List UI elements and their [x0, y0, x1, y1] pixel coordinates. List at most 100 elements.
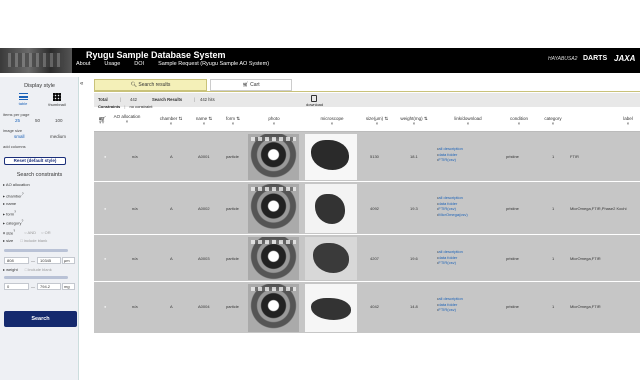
collapse-sidebar-icon[interactable]: «: [80, 81, 83, 87]
col-link-download[interactable]: link/download ×: [446, 116, 490, 126]
table-view-option[interactable]: table: [12, 93, 34, 106]
link-ftir-csv[interactable]: FTIR(csv): [437, 260, 463, 266]
jaxa-logo[interactable]: JAXA: [614, 54, 635, 63]
weight-min-input[interactable]: 0: [4, 283, 29, 290]
col-chamber[interactable]: chamber ⇅ ×: [158, 116, 184, 126]
site-logo-image[interactable]: [0, 48, 72, 73]
microscope-image[interactable]: [305, 284, 357, 332]
tab-search-results[interactable]: 🔍︎ Search results: [94, 79, 207, 91]
col-photo-label: photo: [268, 116, 280, 121]
col-form[interactable]: form ⇅ ×: [222, 116, 244, 126]
row-checkbox[interactable]: ●: [104, 154, 106, 159]
sample-photo[interactable]: [248, 237, 299, 280]
table-row: ● n/a A A0002 particle 4092 19.3 all des…: [94, 182, 640, 235]
table-row: ● n/a A A0001 particle 5130 18.1 all des…: [94, 132, 640, 182]
link-ftir-csv[interactable]: FTIR(csv): [437, 307, 463, 313]
cell-condition: pristine: [506, 154, 519, 159]
size-include-blank[interactable]: □ include blank: [20, 238, 47, 243]
constraint-size-field-label: size: [6, 238, 14, 243]
cell-links: all description data folder FTIR(csv) Mi…: [437, 195, 467, 218]
col-microscope[interactable]: microscope ×: [310, 116, 354, 126]
table-row: ● n/a A A0003 particle 4207 19.6 all des…: [94, 235, 640, 282]
sample-photo[interactable]: [248, 184, 299, 233]
items-per-page-50[interactable]: 50: [35, 118, 40, 123]
and-radio[interactable]: ○ AND: [24, 230, 36, 235]
col-label[interactable]: label ×: [618, 116, 638, 126]
nav-about[interactable]: About: [76, 61, 90, 67]
search-results-label: Search Results: [152, 97, 183, 102]
cart-icon: 🛒︎: [242, 82, 249, 88]
constraint-category[interactable]: ▸ category?: [3, 219, 23, 225]
col-category[interactable]: category ×: [538, 116, 568, 126]
tab-cart[interactable]: 🛒︎ Cart: [210, 79, 292, 91]
download-button[interactable]: download: [306, 95, 323, 107]
constraints-label: Constraints: [98, 104, 121, 109]
constraint-name-label: name: [6, 201, 17, 206]
col-name[interactable]: name ⇅ ×: [192, 116, 216, 126]
col-chamber-label: chamber: [159, 116, 178, 121]
cell-label: FTIR: [570, 154, 579, 159]
total-value: 442: [130, 97, 137, 102]
cart-header-icon[interactable]: 🛒︎: [98, 117, 107, 124]
constraint-name[interactable]: ▸ name: [3, 201, 16, 206]
items-per-page-100[interactable]: 100: [55, 118, 63, 123]
col-condition[interactable]: condition ×: [504, 116, 534, 126]
constraint-ao-allocation[interactable]: ▸ AO allocation: [3, 182, 30, 187]
microscope-image[interactable]: [305, 184, 357, 233]
constraint-chamber-label: chamber: [6, 193, 22, 199]
size-range-slider[interactable]: [4, 249, 68, 252]
link-micromega-csv[interactable]: MicrOmega(csv): [437, 212, 467, 218]
weight-max-input[interactable]: 794.2: [37, 283, 61, 290]
sample-photo[interactable]: [248, 284, 299, 332]
search-button[interactable]: Search: [4, 311, 77, 327]
constraint-chamber[interactable]: ▸ chamber?: [3, 192, 24, 198]
size-include-blank-label: include blank: [23, 238, 48, 243]
nav-sample-request[interactable]: Sample Request (Ryugu Sample AO System): [158, 61, 269, 67]
cell-form: particle: [226, 304, 239, 309]
cell-condition: pristine: [506, 206, 519, 211]
link-ftir-csv[interactable]: FTIR(csv): [437, 157, 463, 163]
col-size[interactable]: size(μm) ⇅ ×: [362, 116, 392, 126]
or-radio[interactable]: ○ OR: [41, 230, 51, 235]
link-all-description[interactable]: all description: [437, 146, 462, 152]
constraint-weight[interactable]: ▸ weight □ include blank: [3, 267, 52, 272]
cell-links: all description data folder FTIR(csv): [437, 249, 463, 266]
row-checkbox[interactable]: ●: [104, 304, 106, 309]
cell-label: MicrOmega,FTIR,Phase2 Kochi: [570, 206, 627, 211]
hayabusa2-logo[interactable]: HAYABUSA2: [548, 56, 577, 62]
size-min-input[interactable]: 808: [4, 257, 29, 264]
sample-photo[interactable]: [248, 134, 299, 180]
microscope-image[interactable]: [305, 134, 357, 180]
nav-doi[interactable]: DOI: [134, 61, 144, 67]
constraint-size-toggle[interactable]: ▾ size? ○ AND ○ OR: [3, 229, 51, 235]
constraint-size-field[interactable]: ▸ size □ include blank: [3, 238, 47, 243]
image-size-small[interactable]: small: [14, 134, 25, 139]
sample-rock: [313, 243, 349, 273]
darts-logo[interactable]: DARTS: [583, 55, 607, 62]
cell-name: A0003: [198, 256, 210, 261]
cell-size: 4092: [370, 206, 379, 211]
size-max-input[interactable]: 10345: [37, 257, 61, 264]
results-info-bar: Total | 442 Search Results | 442 hits: [94, 93, 640, 107]
weight-include-blank[interactable]: □ include blank: [25, 267, 52, 272]
image-size-medium[interactable]: medium: [50, 134, 66, 139]
reset-style-button[interactable]: Reset (default style): [4, 157, 66, 165]
add-columns-label[interactable]: add columns: [3, 144, 26, 149]
row-checkbox[interactable]: ●: [104, 256, 106, 261]
weight-range-slider[interactable]: [4, 276, 68, 279]
grid-icon: [53, 93, 61, 101]
row-checkbox[interactable]: ●: [104, 206, 106, 211]
col-weight[interactable]: weight(mg) ⇅ ×: [396, 116, 432, 126]
link-all-description[interactable]: all description: [437, 249, 462, 255]
col-photo[interactable]: photo ×: [256, 116, 292, 126]
col-ao-allocation[interactable]: AO allocation ×: [112, 114, 142, 124]
nav-usage[interactable]: Usage: [104, 61, 120, 67]
site-title[interactable]: Ryugu Sample Database System: [86, 50, 226, 60]
microscope-image[interactable]: [305, 237, 357, 280]
size-unit-select[interactable]: μm: [62, 257, 75, 264]
items-per-page-25[interactable]: 25: [15, 118, 20, 123]
constraint-form[interactable]: ▸ form?: [3, 210, 16, 216]
weight-unit-select[interactable]: mg: [62, 283, 75, 290]
link-all-description[interactable]: all description: [437, 296, 462, 302]
thumbnail-view-option[interactable]: thumbnail: [44, 93, 70, 107]
